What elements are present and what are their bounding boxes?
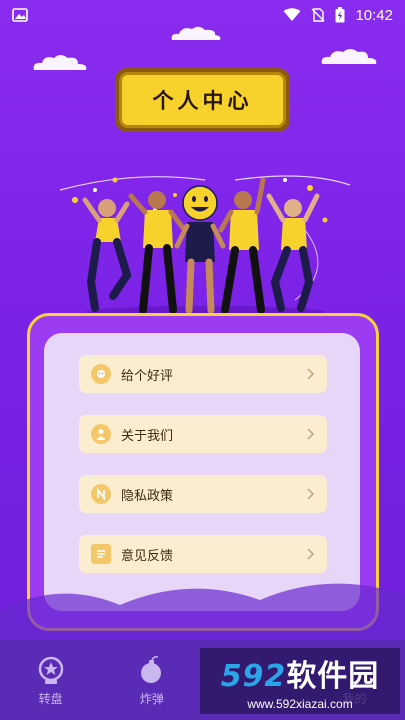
watermark-logo: 592软件园 xyxy=(221,651,380,695)
people-celebrating-illustration xyxy=(59,175,351,318)
menu-item-privacy[interactable]: 隐私政策 xyxy=(79,475,327,513)
cloud-decoration xyxy=(321,49,377,64)
menu-item-label: 隐私政策 xyxy=(121,488,174,504)
gallery-icon xyxy=(12,8,28,22)
bomb-icon xyxy=(140,656,161,683)
chevron-right-icon xyxy=(307,428,314,440)
chevron-right-icon xyxy=(307,548,314,560)
battery-charging-icon xyxy=(335,7,345,23)
watermark-overlay: 592软件园 www.592xiazai.com xyxy=(200,648,400,714)
status-right: 10:42 xyxy=(283,7,393,24)
about-icon xyxy=(91,424,111,444)
status-left xyxy=(12,8,28,22)
cloud-decoration xyxy=(33,55,87,70)
menu-item-label: 给个好评 xyxy=(121,368,174,384)
nav-tab-label: 转盘 xyxy=(38,692,63,706)
chevron-right-icon xyxy=(307,488,314,500)
nav-tab-wheel[interactable]: 转盘 xyxy=(11,654,91,707)
watermark-url: www.592xiazai.com xyxy=(247,697,353,711)
nav-tab-label: 炸弹 xyxy=(139,692,164,706)
page-title-plate: 个人中心 xyxy=(115,68,290,132)
nav-tab-bomb[interactable]: 炸弹 xyxy=(112,654,192,707)
wheel-icon xyxy=(38,656,63,684)
page-title: 个人中心 xyxy=(119,72,286,128)
review-icon xyxy=(91,364,111,384)
menu-item-about[interactable]: 关于我们 xyxy=(79,415,327,453)
no-sim-icon xyxy=(311,8,325,22)
status-time: 10:42 xyxy=(355,6,393,24)
wifi-icon xyxy=(283,8,301,21)
chevron-right-icon xyxy=(307,368,314,380)
menu-item-review[interactable]: 给个好评 xyxy=(79,355,327,393)
background-hills xyxy=(0,583,405,640)
watermark-brand: 软件园 xyxy=(286,659,380,694)
watermark-number: 592 xyxy=(220,659,287,694)
privacy-icon xyxy=(91,484,111,504)
cloud-decoration xyxy=(171,26,221,40)
menu-item-label: 关于我们 xyxy=(121,428,174,444)
